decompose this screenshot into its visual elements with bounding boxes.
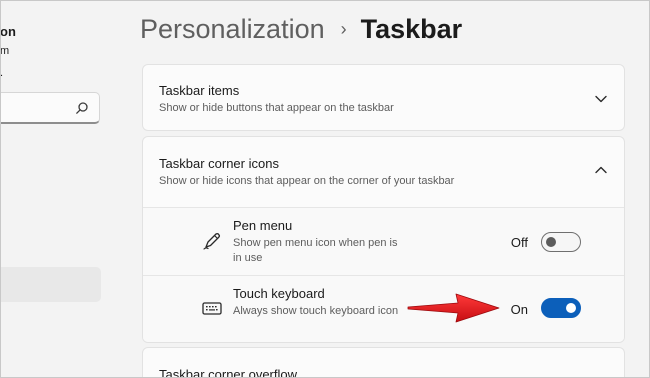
sidebar-item-personalization[interactable] [0, 267, 101, 302]
corner-icons-title: Taskbar corner icons [159, 156, 279, 171]
pen-menu-row: Pen menu Show pen menu icon when pen is … [143, 207, 624, 275]
pen-menu-description: Show pen menu icon when pen is in use [233, 237, 398, 264]
touch-keyboard-row: Touch keyboard Always show touch keyboar… [143, 275, 624, 342]
toggle-knob [546, 237, 556, 247]
taskbar-corner-overflow-card[interactable]: Taskbar corner overflow [142, 347, 625, 378]
corner-overflow-title: Taskbar corner overflow [159, 367, 297, 378]
breadcrumb-separator: › [340, 18, 347, 39]
pen-menu-title: Pen menu [233, 218, 293, 233]
taskbar-items-title: Taskbar items [159, 83, 240, 98]
user-name: on [0, 24, 16, 39]
taskbar-corner-icons-group: Taskbar corner icons Show or hide icons … [142, 136, 625, 343]
chevron-down-icon[interactable] [594, 92, 608, 106]
search-input[interactable] [0, 93, 69, 121]
annotation-arrow-icon [407, 293, 500, 323]
search-box[interactable] [0, 92, 100, 124]
pen-menu-toggle[interactable] [541, 232, 581, 252]
page-title: Taskbar [360, 13, 463, 44]
pen-menu-state-label: Off [510, 235, 528, 250]
chevron-up-icon[interactable] [594, 163, 608, 177]
toggle-knob [566, 303, 576, 313]
touch-keyboard-title: Touch keyboard [233, 286, 325, 301]
corner-icons-description: Show or hide icons that appear on the co… [159, 175, 455, 187]
breadcrumb: Personalization › Taskbar [140, 12, 462, 46]
touch-keyboard-state-label: On [510, 302, 528, 317]
breadcrumb-parent[interactable]: Personalization [140, 14, 325, 45]
sidebar: on m . [0, 0, 118, 378]
keyboard-icon [202, 302, 222, 315]
taskbar-items-card[interactable]: Taskbar items Show or hide buttons that … [142, 64, 625, 131]
touch-keyboard-toggle[interactable] [541, 298, 581, 318]
user-detail: . [0, 67, 4, 79]
user-email: m [0, 45, 10, 57]
search-icon[interactable] [75, 101, 89, 115]
pen-icon [203, 233, 221, 250]
touch-keyboard-description: Always show touch keyboard icon [233, 305, 399, 317]
taskbar-corner-icons-header[interactable]: Taskbar corner icons Show or hide icons … [143, 137, 624, 207]
taskbar-items-description: Show or hide buttons that appear on the … [159, 102, 394, 114]
